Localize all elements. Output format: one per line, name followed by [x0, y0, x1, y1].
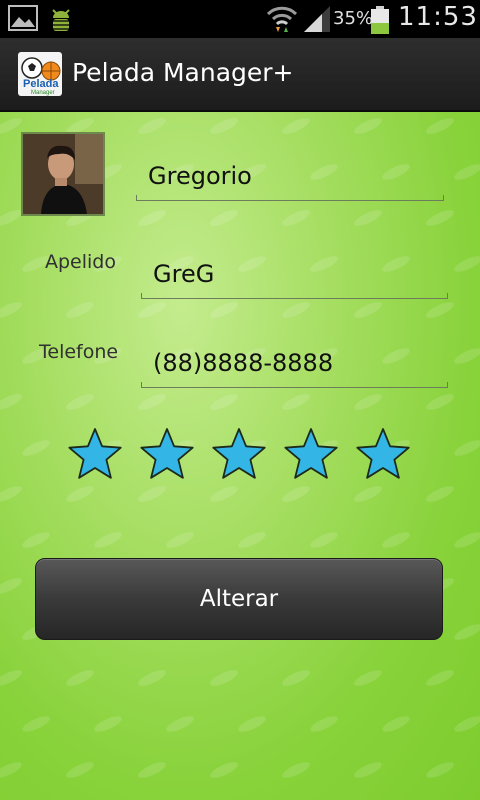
wifi-icon: [266, 6, 298, 32]
telefone-field[interactable]: (88)8888-8888: [141, 341, 448, 388]
action-bar: Pelada Manager Pelada Manager+: [0, 38, 480, 112]
soccer-ball-icon: Pelada Manager: [21, 57, 61, 96]
logo-subtext: Manager: [31, 90, 55, 96]
rating-star-2[interactable]: [138, 425, 196, 483]
person-photo-icon: [23, 134, 103, 214]
apelido-label: Apelido: [45, 251, 116, 273]
apelido-value: GreG: [153, 260, 215, 288]
telefone-value: (88)8888-8888: [153, 349, 334, 377]
telefone-label: Telefone: [39, 341, 119, 363]
rating-star-4[interactable]: [282, 425, 340, 483]
name-value: Gregorio: [148, 162, 252, 190]
app-title: Pelada Manager+: [72, 58, 294, 87]
status-bar: 35% 11:53: [0, 0, 480, 38]
player-form: Gregorio Apelido GreG Telefone (88)8888-…: [0, 112, 480, 800]
name-field[interactable]: Gregorio: [136, 154, 444, 201]
signal-icon: [304, 6, 330, 32]
battery-percent: 35%: [333, 8, 374, 29]
battery-icon: [371, 6, 389, 34]
gallery-icon: [8, 5, 38, 31]
rating-star-1[interactable]: [66, 425, 124, 483]
android-debug-icon: [50, 9, 72, 31]
rating-stars: [66, 425, 416, 483]
rating-star-3[interactable]: [210, 425, 268, 483]
app-logo[interactable]: Pelada Manager: [18, 52, 62, 96]
rating-star-5[interactable]: [354, 425, 412, 483]
alterar-button[interactable]: Alterar: [35, 558, 443, 640]
apelido-field[interactable]: GreG: [141, 252, 448, 299]
logo-text: Pelada: [23, 78, 59, 90]
player-photo[interactable]: [21, 132, 105, 216]
clock: 11:53: [398, 2, 478, 32]
